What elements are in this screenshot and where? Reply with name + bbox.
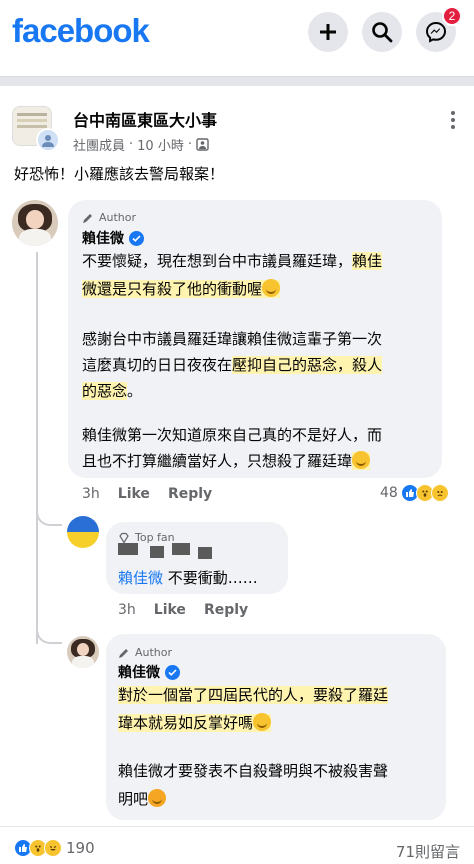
post-reaction-count: 190 <box>66 839 95 857</box>
reply-connector <box>36 618 62 644</box>
mention-link[interactable]: 賴佳微 <box>118 569 163 587</box>
comment-text-line: 且也不打算繼續當好人，只想殺了羅廷瑋 <box>82 448 371 474</box>
blush-emoji <box>148 789 167 807</box>
author-tag: Author <box>82 211 136 224</box>
post-meta: 社團成員 · 10 小時 · <box>73 135 209 154</box>
notification-badge: 2 <box>442 6 462 26</box>
member-role: 社團成員 <box>73 139 126 154</box>
create-button[interactable] <box>308 12 348 52</box>
plus-icon <box>320 24 336 40</box>
diamond-icon <box>119 532 129 544</box>
member-avatar[interactable] <box>36 128 60 152</box>
thread-line <box>36 252 38 644</box>
commenter-name[interactable]: 賴佳微 <box>82 228 144 248</box>
comment-actions: 3h Like Reply <box>118 602 248 618</box>
group-members-icon <box>196 138 209 151</box>
comment-text-line: 對於一個當了四屆民代的人，要殺了羅廷 <box>118 686 389 704</box>
commenter-avatar[interactable] <box>12 200 58 246</box>
search-button[interactable] <box>362 12 402 52</box>
comment-text-line: 微還是只有殺了他的衝動喔 <box>82 276 281 302</box>
haha-reaction-icon <box>44 839 62 857</box>
verified-icon <box>165 664 180 680</box>
meta-dot: · <box>187 137 192 152</box>
pencil-icon <box>119 648 128 658</box>
smile-emoji <box>352 451 371 469</box>
comment-actions: 3h Like Reply <box>82 486 212 502</box>
messenger-button[interactable]: 2 <box>416 6 462 52</box>
user-icon <box>42 135 54 147</box>
redacted-name <box>198 547 212 559</box>
comment-time[interactable]: 3h <box>118 602 136 618</box>
comment-time[interactable]: 3h <box>82 486 100 502</box>
commenter-avatar[interactable] <box>67 636 99 668</box>
comment-count[interactable]: 71則留言 <box>396 841 460 862</box>
author-tag: Author <box>118 646 172 659</box>
post-reactions[interactable]: 190 <box>14 839 95 857</box>
group-name[interactable]: 台中南區東區大小事 <box>73 107 217 131</box>
comment-text-line: 瑋本就易如反掌好嗎 <box>118 710 272 736</box>
more-options-icon[interactable] <box>446 110 460 130</box>
messenger-icon <box>425 21 447 43</box>
comment-text-line: 賴佳微 不要衝動…… <box>118 569 258 587</box>
reply-button[interactable]: Reply <box>204 602 248 618</box>
comment-text-line: 感謝台中市議員羅廷瑋讓賴佳微這輩子第一次 <box>82 330 383 348</box>
comment-text-line: 賴佳微才要發表不自殺聲明與不被殺害聲 <box>118 762 389 780</box>
feed-separator <box>0 76 474 86</box>
smile-emoji <box>253 713 272 731</box>
smile-emoji <box>262 279 281 297</box>
commenter-name[interactable]: 賴佳微 <box>118 662 180 682</box>
like-button[interactable]: Like <box>118 486 150 502</box>
comment-text-line: 這麼真切的日日夜夜在壓抑自己的惡念，殺人 <box>82 356 383 374</box>
sad-reaction-icon <box>430 484 449 502</box>
search-icon <box>372 22 393 43</box>
verified-icon <box>129 230 144 246</box>
redacted-name <box>118 543 138 555</box>
post-time[interactable]: 10 小時 <box>137 135 184 154</box>
post-text: 好恐怖！小羅應該去警局報案！ <box>14 165 225 183</box>
pencil-icon <box>83 213 92 223</box>
comment-text-line: 賴佳微第一次知道原來自己真的不是好人，而 <box>82 426 383 444</box>
top-bar: facebook 2 <box>0 0 474 68</box>
comment-reactions[interactable]: 48 <box>380 484 449 502</box>
meta-dot: · <box>129 137 134 152</box>
comment-text-line: 不要懷疑，現在想到台中市議員羅廷瑋，賴佳 <box>82 252 383 270</box>
like-button[interactable]: Like <box>154 602 186 618</box>
facebook-logo[interactable]: facebook <box>12 12 150 50</box>
redacted-name <box>172 543 190 555</box>
commenter-avatar[interactable] <box>67 516 99 548</box>
post-footer: 190 71則留言 <box>0 826 474 864</box>
redacted-name <box>150 546 164 558</box>
comment-text-line: 明吧 <box>118 786 167 812</box>
reply-connector <box>36 500 62 526</box>
comment-text-line: 的惡念。 <box>82 382 143 400</box>
reply-button[interactable]: Reply <box>168 486 212 502</box>
